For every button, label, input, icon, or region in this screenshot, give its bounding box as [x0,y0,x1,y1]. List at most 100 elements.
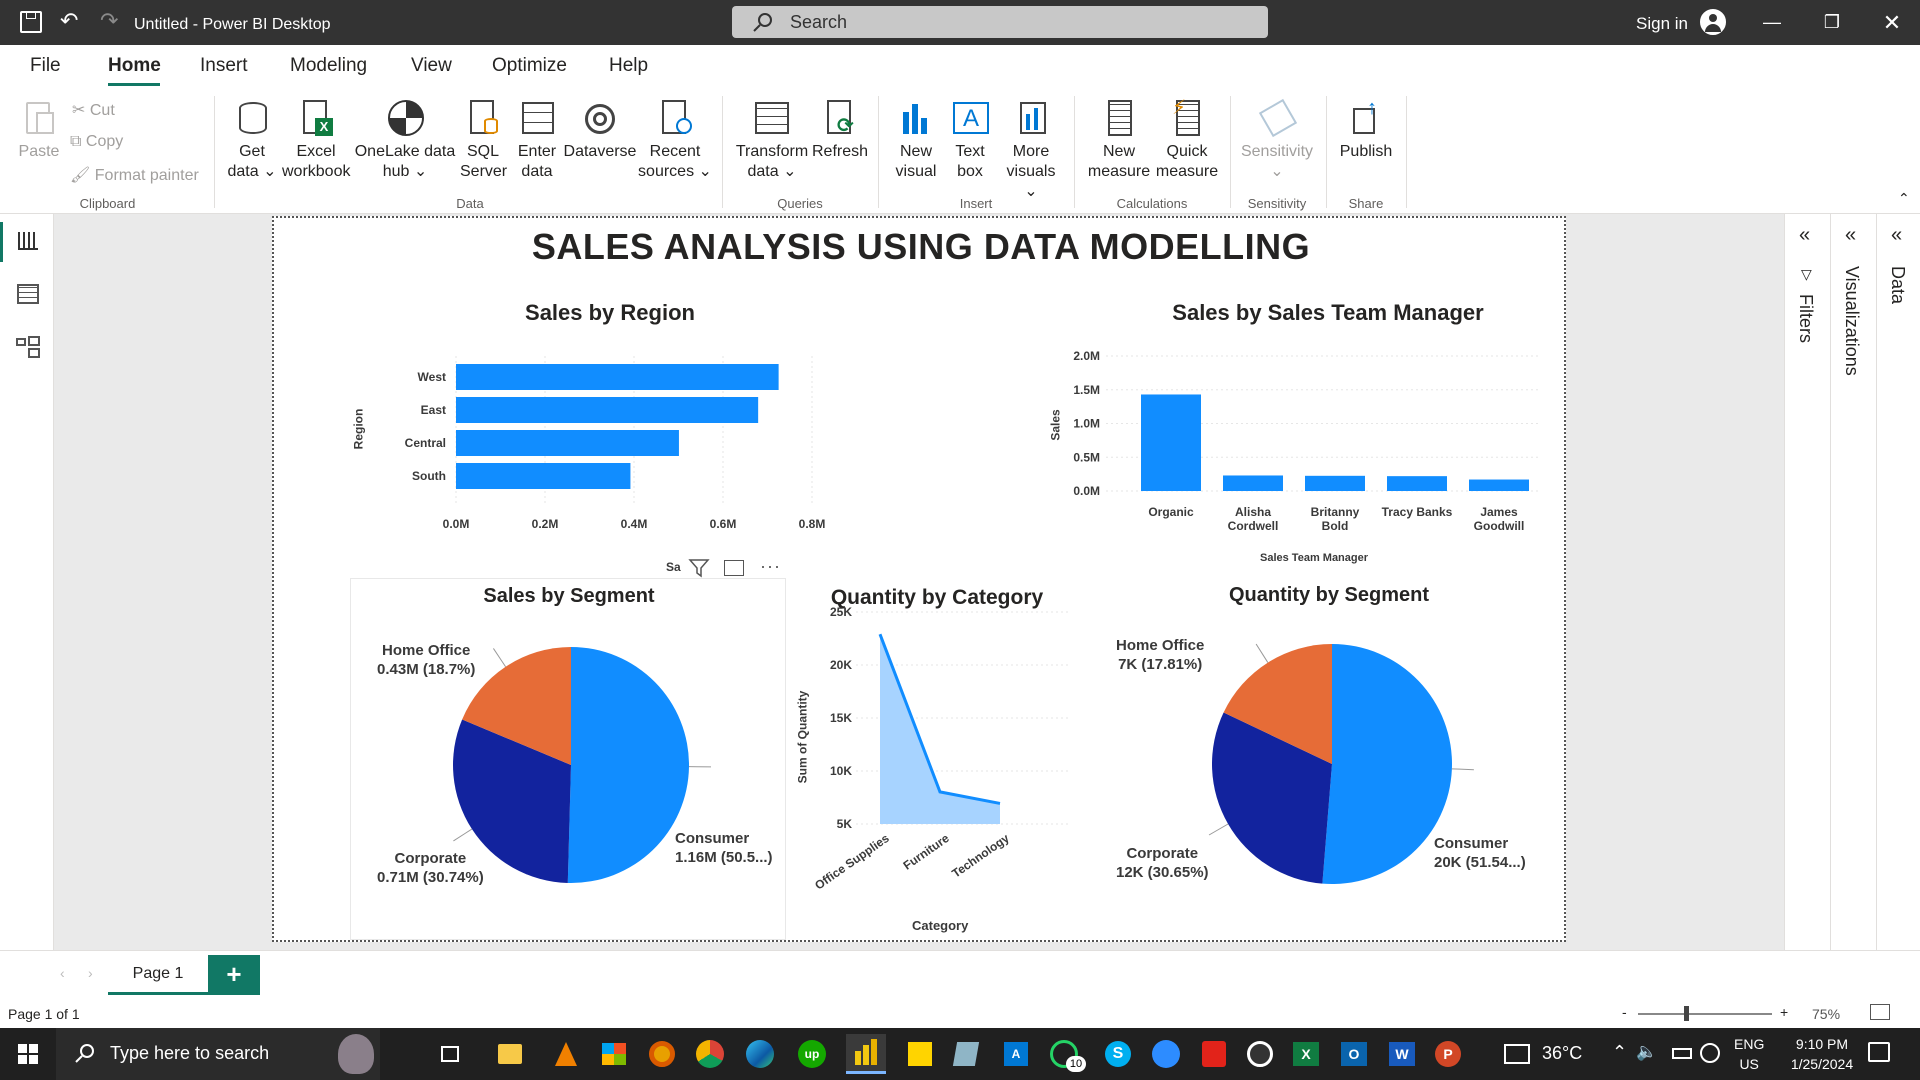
dataverse-button[interactable]: Dataverse [562,98,638,162]
next-page-icon[interactable]: › [88,965,93,981]
filter-icon[interactable] [688,558,710,578]
minimize-button[interactable]: — [1744,0,1800,45]
fit-to-page-icon[interactable] [1870,1004,1890,1020]
whatsapp-icon[interactable]: 10 [1044,1034,1086,1074]
data-pane[interactable]: « Data [1876,214,1920,950]
report-view-icon[interactable] [18,232,38,250]
more-options-icon[interactable]: ··· [760,556,781,577]
page-tab-1[interactable]: Page 1 [108,955,208,995]
redo-icon[interactable]: ↷ [100,8,118,34]
weather-icon[interactable] [1504,1044,1530,1064]
sales-by-segment-visual[interactable]: Sales by Segment Home Office 0.43M (18.7%… [350,578,786,940]
zoom-in-button[interactable]: + [1780,1004,1788,1020]
windows-start-icon[interactable] [18,1044,38,1064]
sticky-notes-icon[interactable] [900,1034,940,1074]
sales-by-manager-visual[interactable]: Sales by Sales Team Manager Sales 0.0M 0.… [1048,296,1548,574]
word-icon[interactable]: W [1382,1034,1422,1074]
prev-page-icon[interactable]: ‹ [60,965,65,981]
report-page[interactable]: SALES ANALYSIS USING DATA MODELLING Sale… [272,216,1566,942]
clock-app-icon[interactable] [1240,1034,1280,1074]
menu-help[interactable]: Help [609,55,648,77]
expand-visualizations-icon[interactable]: « [1845,224,1856,247]
menu-optimize[interactable]: Optimize [492,55,567,77]
region-y-tick: West [418,370,446,384]
show-hidden-icons[interactable]: ⌃ [1612,1042,1627,1063]
notifications-icon[interactable] [1868,1042,1890,1062]
outlook-icon[interactable]: O [1334,1034,1374,1074]
menu-view[interactable]: View [411,55,452,77]
new-visual-button[interactable]: New visual [890,98,942,182]
restore-button[interactable]: ❐ [1804,0,1860,45]
sql-server-button[interactable]: SQL Server [460,98,507,182]
clock[interactable]: 9:10 PM 1/25/2024 [1780,1034,1864,1074]
transform-data-button[interactable]: Transform data ⌄ [734,98,810,182]
get-data-button[interactable]: Get data ⌄ [224,98,280,182]
new-measure-button[interactable]: New measure [1086,98,1152,182]
format-painter-button[interactable]: 🖌 Format painter [70,165,199,185]
enter-data-button[interactable]: Enter data [512,98,562,182]
refresh-button[interactable]: ⟳ Refresh [812,98,868,162]
focus-mode-icon[interactable] [724,560,744,576]
vlc-icon[interactable] [546,1034,586,1074]
quantity-by-category-visual[interactable]: Quantity by Category Sum of Quantity 5K 1… [795,578,1076,940]
chrome-canary-icon[interactable] [642,1034,682,1074]
sensitivity-button[interactable]: Sensitivity ⌄ [1236,98,1318,182]
zoom-out-button[interactable]: - [1622,1004,1627,1020]
sales-by-region-visual[interactable]: Sales by Region Region 0.0M 0.2M 0.4M 0.6M 0… [350,296,870,578]
recent-sources-button[interactable]: Recent sources ⌄ [638,98,712,182]
filter-pane-icon: ▽ [1801,266,1812,282]
weather-temp[interactable]: 36°C [1542,1043,1582,1064]
skype-icon[interactable]: S [1098,1034,1138,1074]
language-indicator[interactable]: ENG US [1734,1034,1764,1074]
excel-taskbar-icon[interactable]: X [1286,1034,1326,1074]
more-visuals-button[interactable]: More visuals ⌄ [998,98,1064,202]
file-explorer-icon[interactable] [490,1034,530,1074]
powerpoint-icon[interactable]: P [1428,1034,1468,1074]
translator-icon[interactable]: A [996,1034,1036,1074]
table-view-icon[interactable] [17,284,39,304]
onelake-hub-button[interactable]: OneLake data hub ⌄ [354,98,456,182]
account-icon[interactable] [1700,9,1726,35]
visualizations-pane[interactable]: « Visualizations [1830,214,1874,950]
publish-button[interactable]: ↑ Publish [1334,98,1398,162]
cut-button[interactable]: ✂ Cut [72,100,115,120]
edge-icon[interactable] [740,1034,780,1074]
expand-data-icon[interactable]: « [1891,224,1902,247]
chrome-icon[interactable] [690,1034,730,1074]
menu-modeling[interactable]: Modeling [290,55,367,77]
excel-workbook-button[interactable]: X Excel workbook [282,98,350,182]
zoom-icon[interactable] [1146,1034,1186,1074]
menu-file[interactable]: File [30,55,61,77]
paste-button[interactable]: Paste [14,98,64,162]
cut-icon: ✂ [72,102,86,119]
sign-in-link[interactable]: Sign in [1636,14,1688,34]
text-box-button[interactable]: A Text box [944,98,996,182]
upwork-icon[interactable]: up [792,1034,832,1074]
model-view-icon[interactable] [16,336,40,358]
zoom-level[interactable]: 75% [1812,1006,1840,1022]
menu-insert[interactable]: Insert [200,55,248,77]
zoom-slider-thumb[interactable] [1684,1006,1689,1021]
quick-measure-button[interactable]: ⚡ Quick measure [1154,98,1220,182]
battery-icon[interactable] [1672,1048,1692,1059]
quantity-by-segment-visual[interactable]: Quantity by Segment Home Office 7K (17.81… [1104,578,1554,940]
menu-home[interactable]: Home [108,55,161,77]
zoom-slider[interactable] [1638,1006,1772,1021]
acrobat-icon[interactable] [1194,1034,1234,1074]
network-globe-icon[interactable] [1700,1043,1720,1063]
filters-pane[interactable]: « ▽ Filters [1784,214,1828,950]
save-icon[interactable] [20,11,42,33]
notes-app-icon[interactable] [946,1034,986,1074]
volume-icon[interactable]: 🔈 [1636,1042,1657,1062]
collapse-ribbon-icon[interactable]: ⌃ [1898,190,1910,207]
search-box[interactable]: Search [732,6,1268,38]
powerbi-taskbar-icon[interactable] [846,1034,886,1074]
copy-button[interactable]: ⧉ Copy [70,133,123,151]
expand-filters-icon[interactable]: « [1799,224,1810,247]
taskbar-search[interactable]: Type here to search [56,1028,380,1080]
store-icon[interactable] [594,1034,634,1074]
close-button[interactable]: ✕ [1864,0,1920,45]
add-page-button[interactable]: + [208,955,260,995]
task-view-icon[interactable] [430,1034,470,1074]
undo-icon[interactable]: ↶ [60,8,78,34]
